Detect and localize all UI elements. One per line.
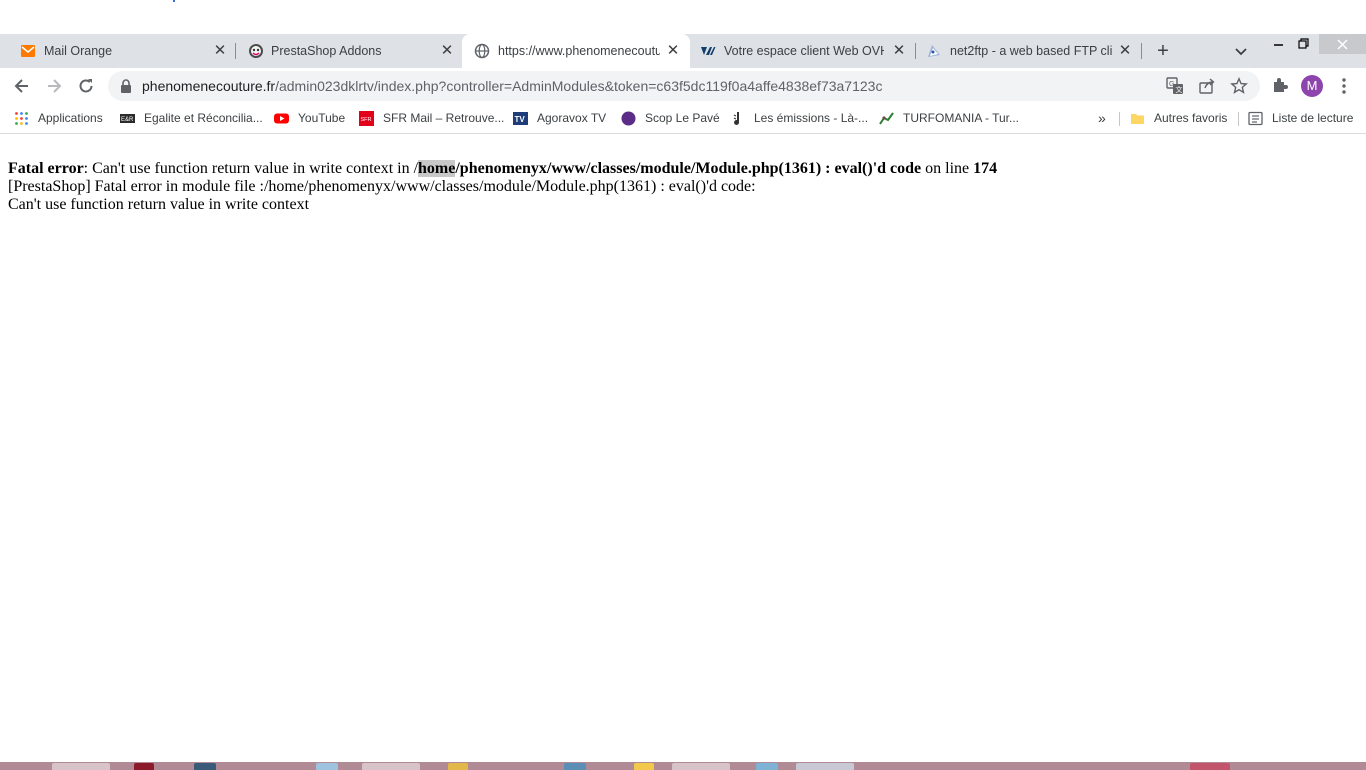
close-tab-icon[interactable]: ✕ bbox=[438, 42, 456, 60]
translate-icon[interactable]: G文 bbox=[1166, 77, 1184, 95]
star-icon[interactable] bbox=[1230, 77, 1248, 95]
folder-icon bbox=[1131, 114, 1144, 124]
tab-title: PrestaShop Addons bbox=[271, 44, 382, 58]
ovh-icon bbox=[701, 47, 716, 55]
url-path: /admin023dklrtv/index.php?controller=Adm… bbox=[275, 78, 883, 94]
error-line-number: 174 bbox=[973, 160, 998, 177]
error-line-3: Can't use function return value in write… bbox=[8, 196, 310, 213]
bookmarks-divider bbox=[1238, 112, 1239, 126]
tab-mail-orange[interactable]: Mail Orange ✕ bbox=[0, 34, 236, 68]
tab-net2ftp[interactable]: net2ftp - a web based FTP clie ✕ bbox=[916, 34, 1142, 68]
apps-grid-icon bbox=[15, 112, 28, 125]
bookmark-label: SFR Mail – Retrouve... bbox=[383, 111, 505, 125]
bookmark-label: Liste de lecture bbox=[1272, 111, 1354, 125]
close-tab-icon[interactable]: ✕ bbox=[211, 42, 229, 60]
net2ftp-icon bbox=[928, 45, 940, 57]
bookmark-label: Autres favoris bbox=[1154, 111, 1228, 125]
url-text[interactable]: phenomenecouture.fr/admin023dklrtv/index… bbox=[142, 78, 882, 94]
taskbar-app-10[interactable] bbox=[756, 763, 778, 770]
window-top-strip bbox=[0, 0, 1366, 34]
taskbar-app-2[interactable] bbox=[134, 763, 154, 770]
sfr-icon: SFR bbox=[359, 111, 374, 126]
scop-icon bbox=[621, 111, 636, 126]
taskbar-app-1[interactable] bbox=[52, 763, 110, 770]
taskbar-app-9[interactable] bbox=[672, 763, 730, 770]
taskbar-app-11[interactable] bbox=[796, 763, 854, 770]
tab-title: https://www.phenomenecoutu bbox=[498, 44, 660, 58]
taskbar-app-8[interactable] bbox=[634, 763, 654, 770]
share-icon[interactable] bbox=[1198, 77, 1216, 95]
bookmarks-bar: Applications E&R Egalite et Réconcilia..… bbox=[0, 104, 1366, 134]
mail-orange-icon bbox=[21, 45, 35, 57]
restore-icon bbox=[1298, 38, 1309, 49]
reading-list-icon bbox=[1248, 111, 1263, 126]
page-content: Fatal error: Can't use function return v… bbox=[8, 160, 1348, 214]
emissions-icon bbox=[733, 112, 740, 125]
svg-text:文: 文 bbox=[1176, 85, 1183, 94]
error-line-1: Fatal error: Can't use function return v… bbox=[8, 160, 1348, 178]
close-tab-icon[interactable]: ✕ bbox=[664, 42, 682, 60]
bookmarks-overflow-button[interactable]: » bbox=[1098, 110, 1106, 127]
tab-phenomenecouture[interactable]: https://www.phenomenecoutu ✕ bbox=[462, 34, 690, 68]
taskbar-app-5[interactable] bbox=[362, 763, 420, 770]
reload-icon[interactable] bbox=[76, 76, 96, 96]
tab-separator bbox=[1141, 43, 1142, 59]
globe-icon bbox=[474, 43, 490, 59]
bookmark-label: TURFOMANIA - Tur... bbox=[903, 111, 1020, 125]
bookmark-label: Scop Le Pavé bbox=[645, 111, 720, 125]
tab-title: net2ftp - a web based FTP clie bbox=[950, 44, 1112, 58]
selected-text-home: home bbox=[418, 160, 456, 177]
taskbar-app-3[interactable] bbox=[194, 763, 216, 770]
top-dot bbox=[173, 0, 175, 2]
chevron-down-icon[interactable] bbox=[1232, 42, 1250, 60]
svg-text:G: G bbox=[1169, 81, 1174, 88]
close-tab-icon[interactable]: ✕ bbox=[1116, 42, 1134, 60]
svg-text:E&R: E&R bbox=[121, 117, 134, 123]
bookmark-label: Les émissions - Là-... bbox=[754, 111, 869, 125]
extensions-puzzle-icon[interactable] bbox=[1271, 76, 1289, 94]
tab-prestashop-addons[interactable]: PrestaShop Addons ✕ bbox=[236, 34, 464, 68]
turfomania-icon bbox=[879, 112, 894, 125]
url-domain: phenomenecouture.fr bbox=[142, 78, 276, 94]
new-tab-button[interactable]: + bbox=[1152, 40, 1174, 62]
profile-avatar[interactable]: M bbox=[1301, 75, 1323, 97]
error-line-2: [PrestaShop] Fatal error in module file … bbox=[8, 178, 756, 195]
lock-icon[interactable] bbox=[120, 79, 132, 93]
tab-title: Mail Orange bbox=[44, 44, 113, 58]
close-window-button[interactable] bbox=[1319, 34, 1366, 54]
browser-toolbar: phenomenecouture.fr/admin023dklrtv/index… bbox=[0, 68, 1366, 104]
close-tab-icon[interactable]: ✕ bbox=[890, 42, 908, 60]
error-path: /phenomenyx/www/classes/module/Module.ph… bbox=[455, 160, 922, 177]
bookmark-label: Applications bbox=[38, 111, 103, 125]
egalite-icon: E&R bbox=[120, 114, 135, 123]
taskbar-app-6[interactable] bbox=[448, 763, 468, 770]
taskbar-app-4[interactable] bbox=[316, 763, 338, 770]
bookmark-label: Egalite et Réconcilia... bbox=[144, 111, 263, 125]
agoravox-icon: TV bbox=[513, 112, 528, 125]
bookmark-label: YouTube bbox=[298, 111, 346, 125]
restore-button[interactable] bbox=[1285, 34, 1323, 54]
close-window-icon bbox=[1337, 39, 1348, 50]
bookmarks-divider bbox=[1119, 112, 1120, 126]
error-message: : Can't use function return value in wri… bbox=[83, 160, 419, 177]
taskbar-app-12[interactable] bbox=[1190, 763, 1230, 770]
taskbar-app-7[interactable] bbox=[564, 763, 586, 770]
youtube-icon bbox=[274, 113, 289, 124]
tab-title: Votre espace client Web OVHc bbox=[724, 44, 884, 58]
tab-ovh[interactable]: Votre espace client Web OVHc ✕ bbox=[690, 34, 916, 68]
taskbar bbox=[0, 762, 1366, 770]
prestashop-icon bbox=[249, 44, 263, 58]
error-label: Fatal error bbox=[8, 160, 84, 177]
more-menu-icon[interactable] bbox=[1336, 76, 1352, 96]
tab-bar: Mail Orange ✕ PrestaShop Addons ✕ https:… bbox=[0, 34, 1366, 68]
forward-arrow-icon[interactable] bbox=[44, 76, 64, 96]
back-arrow-icon[interactable] bbox=[12, 76, 32, 96]
bookmark-label: Agoravox TV bbox=[537, 111, 607, 125]
on-line-text: on line bbox=[921, 160, 974, 177]
address-bar[interactable]: phenomenecouture.fr/admin023dklrtv/index… bbox=[108, 71, 1260, 101]
svg-text:SFR: SFR bbox=[361, 117, 372, 123]
svg-text:TV: TV bbox=[515, 115, 526, 124]
